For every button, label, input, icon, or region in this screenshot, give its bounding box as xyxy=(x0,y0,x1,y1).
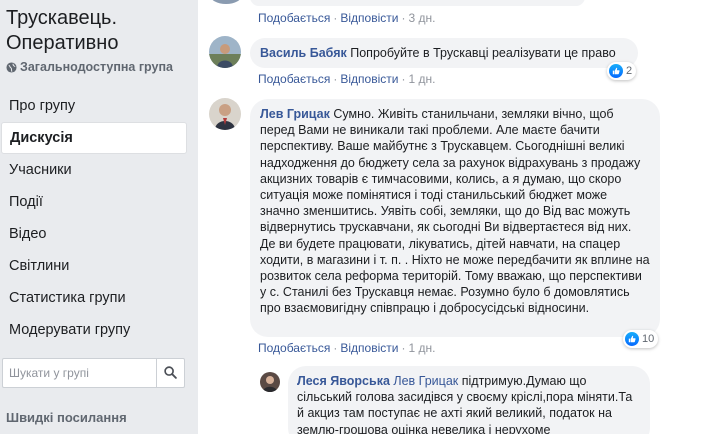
avatar[interactable] xyxy=(210,0,242,4)
comments-feed: Подобається · Відповісти · 3 дн. Василь Бабя… xyxy=(198,0,705,434)
comment-bubble: Леся Яворська Лев Грицак підтримую.Думаю… xyxy=(288,366,650,434)
nav-item-videos[interactable]: Відео xyxy=(0,218,190,250)
avatar[interactable] xyxy=(209,98,241,130)
comment-bubble: Лев Грицак Сумно. Живіть станильчани, зе… xyxy=(250,99,660,337)
nav-item-events[interactable]: Події xyxy=(0,186,190,218)
avatar[interactable] xyxy=(209,36,241,68)
like-link[interactable]: Подобається xyxy=(258,72,330,86)
like-reaction-icon xyxy=(609,64,623,78)
comment-time[interactable]: 1 дн. xyxy=(408,72,435,86)
group-search-input[interactable] xyxy=(3,360,156,386)
nav-item-about[interactable]: Про групу xyxy=(0,90,190,122)
mention-link[interactable]: Лев Грицак xyxy=(393,374,458,388)
comment-bubble: Василь Бабяк Попробуйте в Трускавці реал… xyxy=(250,38,638,68)
comment-bubble xyxy=(250,0,585,6)
nav-item-members[interactable]: Учасники xyxy=(0,154,190,186)
nav-item-photos[interactable]: Світлини xyxy=(0,250,190,282)
reply-link[interactable]: Відповісти xyxy=(340,341,398,355)
quick-links-heading: Швидкі посилання xyxy=(6,410,127,425)
comment-text: Попробуйте в Трускавці реалізувати це пр… xyxy=(350,46,616,60)
comment-actions: Подобається · Відповісти · 1 дн. xyxy=(258,72,436,86)
comment-actions: Подобається · Відповісти · 3 дн. xyxy=(258,11,436,25)
reactions-number: 2 xyxy=(626,65,633,77)
reactions-count[interactable]: 10 xyxy=(623,330,659,348)
comment-author[interactable]: Леся Яворська xyxy=(297,374,390,388)
like-link[interactable]: Подобається xyxy=(258,11,330,25)
group-nav: Про групу Дискусія Учасники Події Відео … xyxy=(0,90,190,346)
reply-link[interactable]: Відповісти xyxy=(340,11,398,25)
group-sidebar: Трускавець. Оперативно Загальнодоступна … xyxy=(0,0,194,434)
reactions-count[interactable]: 2 xyxy=(607,62,637,80)
comment-time[interactable]: 1 дн. xyxy=(408,341,435,355)
group-title[interactable]: Трускавець. Оперативно xyxy=(6,6,186,56)
group-privacy-label: Загальнодоступна група xyxy=(20,60,173,74)
like-link[interactable]: Подобається xyxy=(258,341,330,355)
like-reaction-icon xyxy=(625,332,639,346)
group-search xyxy=(2,358,185,388)
nav-item-discussion[interactable]: Дискусія xyxy=(1,122,187,154)
nav-item-group-insights[interactable]: Статистика групи xyxy=(0,282,190,314)
avatar[interactable] xyxy=(260,372,280,392)
search-button[interactable] xyxy=(156,359,184,387)
comment-author[interactable]: Лев Грицак xyxy=(260,107,330,121)
globe-icon xyxy=(6,61,17,73)
group-privacy: Загальнодоступна група xyxy=(6,60,191,74)
reactions-number: 10 xyxy=(642,333,655,345)
comment-time[interactable]: 3 дн. xyxy=(408,11,435,25)
comment-text: Сумно. Живіть станильчани, земляки вічно… xyxy=(260,107,650,316)
nav-item-moderate-group[interactable]: Модерувати групу xyxy=(0,314,190,346)
reply-link[interactable]: Відповісти xyxy=(340,72,398,86)
comment-author[interactable]: Василь Бабяк xyxy=(260,46,347,60)
comment-actions: Подобається · Відповісти · 1 дн. xyxy=(258,341,436,355)
search-icon xyxy=(164,364,177,383)
